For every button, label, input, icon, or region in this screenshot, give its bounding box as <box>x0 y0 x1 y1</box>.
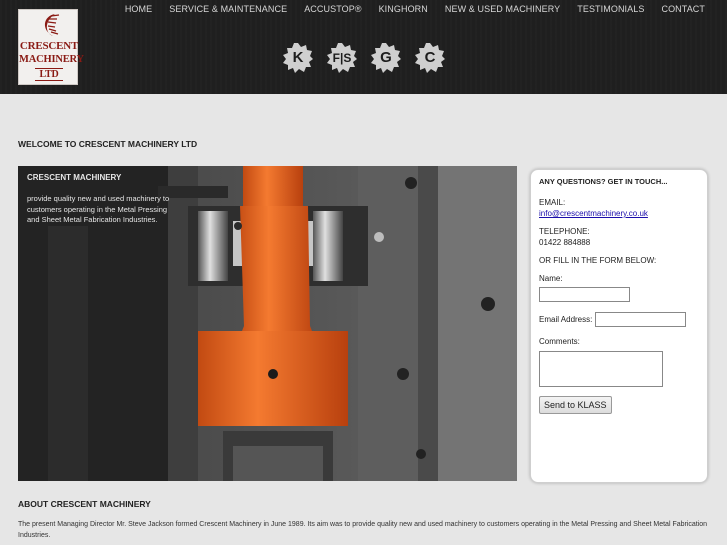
name-label: Name: <box>539 274 563 283</box>
form-intro: OR FILL IN THE FORM BELOW: <box>539 256 657 265</box>
crescent-logo[interactable]: CRESCENT MACHINERY LTD <box>18 9 84 85</box>
nav-service-maintenance[interactable]: SERVICE & MAINTENANCE <box>161 4 296 14</box>
site-header: CRESCENT MACHINERY LTD HOME SERVICE & MA… <box>0 0 727 94</box>
badge-letter-fs: F|S <box>332 51 352 65</box>
comments-label: Comments: <box>539 337 580 346</box>
about-heading: ABOUT CRESCENT MACHINERY <box>18 499 151 509</box>
email-address-label: Email Address: <box>539 315 593 324</box>
email-link[interactable]: info@crescentmachinery.co.uk <box>539 209 648 218</box>
hero-title: CRESCENT MACHINERY <box>27 173 122 182</box>
hero-text: provide quality new and used machinery t… <box>27 194 170 224</box>
crescent-mark-icon <box>44 14 60 36</box>
crescent-badge-icon[interactable]: C <box>414 42 446 74</box>
badge-letter-c: C <box>424 49 436 66</box>
hero-image: CRESCENT MACHINERY provide quality new a… <box>18 166 517 481</box>
telephone-value: 01422 884888 <box>539 238 591 247</box>
badge-letter-g: G <box>380 49 392 66</box>
nav-kinghorn[interactable]: KINGHORN <box>370 4 436 14</box>
logo-line-1: CRESCENT <box>19 40 79 52</box>
nav-home[interactable]: HOME <box>116 4 160 14</box>
nav-accustop[interactable]: ACCUSTOP® <box>296 4 370 14</box>
contact-heading: ANY QUESTIONS? GET IN TOUCH... <box>539 177 668 186</box>
kinghorn-logo-icon[interactable]: K <box>282 42 314 74</box>
logo-line-3: LTD <box>35 68 63 81</box>
telephone-label: TELEPHONE: <box>539 227 590 236</box>
nav-new-used-machinery[interactable]: NEW & USED MACHINERY <box>436 4 568 14</box>
send-button[interactable]: Send to KLASS <box>539 396 612 414</box>
badge-letter-k: K <box>292 49 304 66</box>
welcome-heading: WELCOME TO CRESCENT MACHINERY LTD <box>18 139 198 149</box>
main-nav: HOME SERVICE & MAINTENANCE ACCUSTOP® KIN… <box>116 4 705 14</box>
fs-logo-icon[interactable]: F|S <box>326 42 358 74</box>
email-address-input[interactable] <box>595 312 687 327</box>
nav-contact[interactable]: CONTACT <box>653 4 705 14</box>
contact-panel: ANY QUESTIONS? GET IN TOUCH... EMAIL: in… <box>530 169 708 483</box>
name-input[interactable] <box>539 287 630 302</box>
email-label: EMAIL: <box>539 198 566 207</box>
about-text: The present Managing Director Mr. Steve … <box>18 521 708 539</box>
logo-line-2: MACHINERY <box>19 54 84 65</box>
nav-testimonials[interactable]: TESTIMONIALS <box>569 4 653 14</box>
comments-input[interactable] <box>539 351 663 387</box>
g-logo-icon[interactable]: G <box>370 42 402 74</box>
